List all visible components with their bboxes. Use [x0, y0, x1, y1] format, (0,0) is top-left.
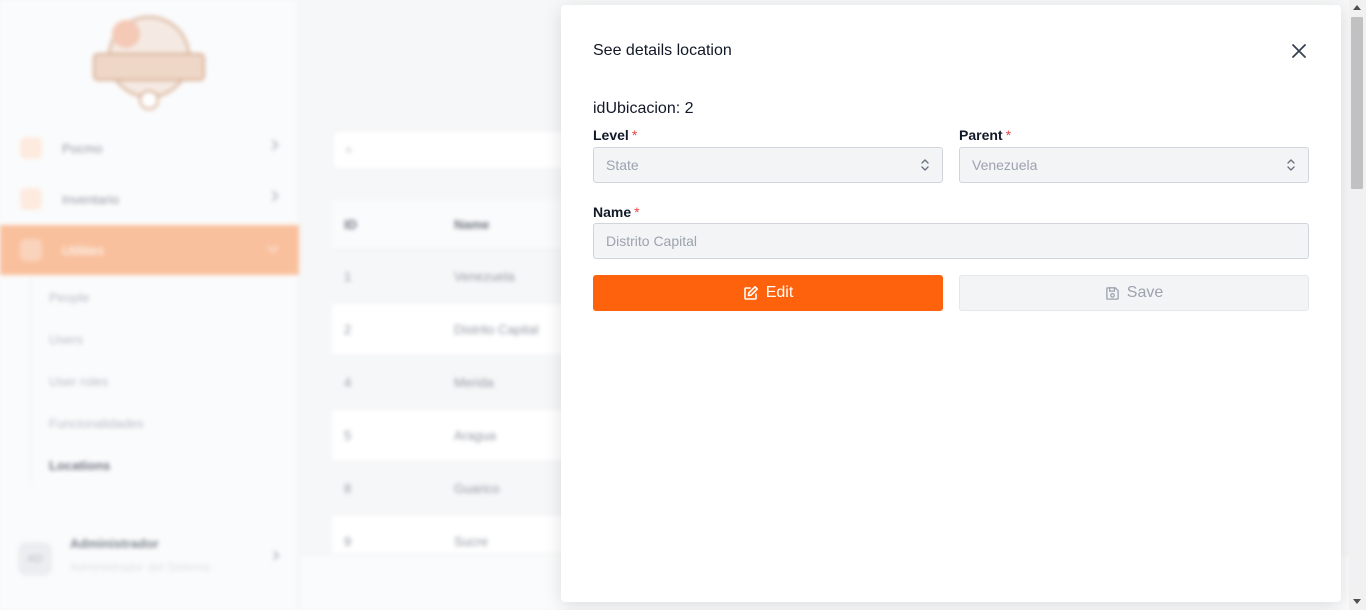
level-label-text: Level [593, 127, 629, 143]
scrollbar-thumb[interactable] [1351, 17, 1363, 189]
required-marker: * [1005, 127, 1012, 143]
level-select-value: State [606, 157, 639, 173]
edit-icon [743, 286, 758, 300]
location-id: idUbicacion: 2 [593, 100, 694, 117]
level-label: Level * [593, 127, 637, 143]
scroll-up-arrow-icon[interactable] [1353, 5, 1361, 10]
close-icon [1292, 44, 1306, 58]
modal-title: See details location [593, 42, 732, 59]
parent-select[interactable]: Venezuela [959, 147, 1309, 183]
location-details-modal: See details location idUbicacion: 2 Leve… [561, 5, 1341, 602]
parent-label: Parent * [959, 127, 1011, 143]
name-label-text: Name [593, 204, 632, 220]
level-select[interactable]: State [593, 147, 943, 183]
edit-button[interactable]: Edit [593, 275, 943, 311]
parent-label-text: Parent [959, 127, 1003, 143]
save-button[interactable]: Save [959, 275, 1309, 311]
close-button[interactable] [1289, 41, 1309, 61]
required-marker: * [634, 204, 640, 220]
scroll-down-arrow-icon[interactable] [1353, 599, 1361, 604]
save-icon [1105, 286, 1119, 300]
parent-select-value: Venezuela [972, 157, 1038, 173]
edit-button-label: Edit [765, 284, 794, 301]
name-field-value: Distrito Capital [606, 233, 698, 249]
required-marker: * [631, 127, 638, 143]
updown-chevron-icon [1287, 159, 1295, 171]
save-button-label: Save [1126, 284, 1164, 301]
name-field[interactable]: Distrito Capital [593, 223, 1309, 259]
updown-chevron-icon [921, 159, 929, 171]
page-scrollbar[interactable] [1349, 0, 1366, 610]
name-label: Name * [593, 204, 640, 220]
